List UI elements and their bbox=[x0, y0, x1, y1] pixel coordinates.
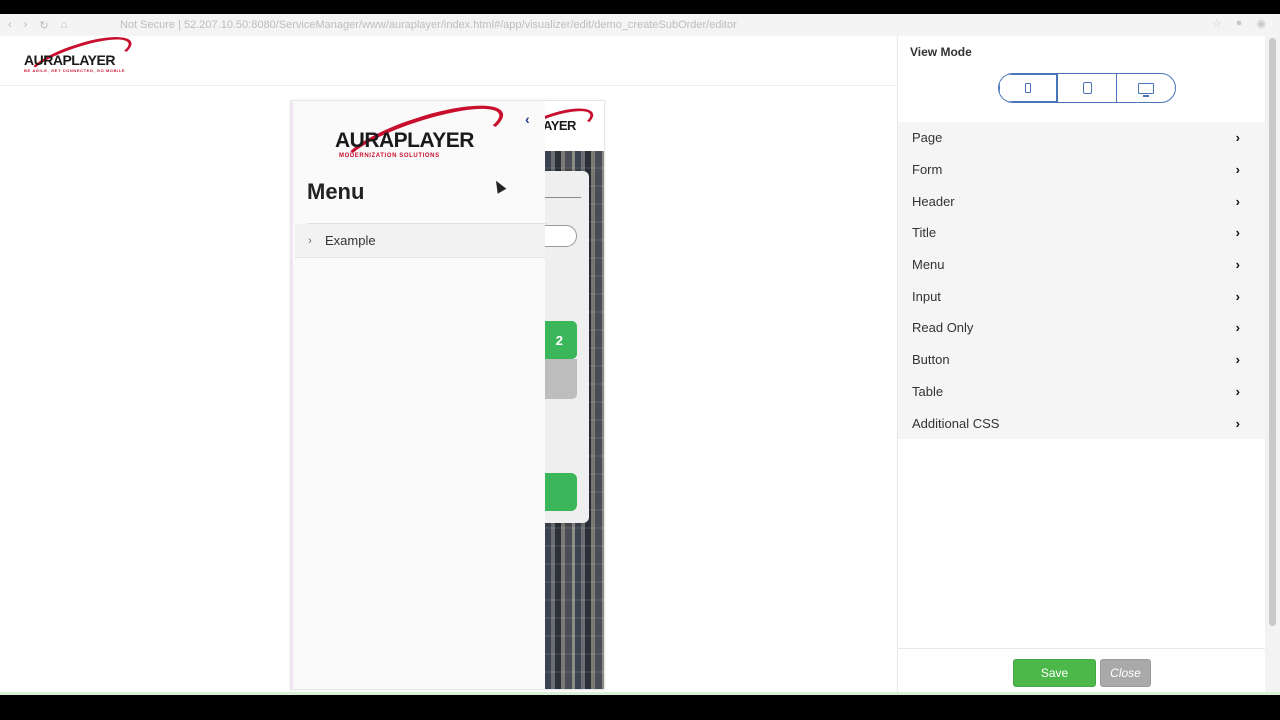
star-icon[interactable]: ☆ bbox=[1212, 17, 1222, 30]
menu-drawer: AURAPLAYER MODERNIZATION SOLUTIONS ‹ Men… bbox=[291, 101, 547, 689]
settings-item-label: Form bbox=[912, 162, 943, 178]
settings-item-label: Additional CSS bbox=[912, 415, 1000, 431]
settings-item-label: Button bbox=[912, 352, 950, 368]
settings-item-label: Title bbox=[912, 225, 937, 241]
scrollbar-thumb[interactable] bbox=[1269, 38, 1276, 626]
settings-item-header[interactable]: Header › bbox=[898, 185, 1266, 217]
settings-item-menu[interactable]: Menu › bbox=[898, 249, 1266, 281]
settings-item-input[interactable]: Input › bbox=[898, 280, 1266, 312]
menu-item-label: Example bbox=[325, 233, 376, 248]
settings-item-label: Table bbox=[912, 383, 944, 399]
chevron-right-icon: › bbox=[1235, 193, 1240, 209]
screen-frame: ‹ › ↻ ⌂ Not Secure | 52.207.10.50:8080/S… bbox=[0, 0, 1280, 720]
drawer-logo: AURAPLAYER MODERNIZATION SOLUTIONS bbox=[335, 101, 510, 186]
settings-item-title[interactable]: Title › bbox=[898, 217, 1266, 249]
logo-tagline: MODERNIZATION SOLUTIONS bbox=[339, 153, 440, 159]
chevron-left-icon[interactable]: ‹ bbox=[525, 111, 539, 127]
bottom-strip bbox=[0, 692, 1280, 695]
browser-toolbar-icons: ☆ ● ◉ bbox=[1212, 17, 1266, 30]
settings-item-table[interactable]: Table › bbox=[898, 376, 1266, 408]
chevron-right-icon: › bbox=[1235, 162, 1240, 178]
home-icon[interactable]: ⌂ bbox=[61, 19, 68, 32]
desktop-icon bbox=[1138, 82, 1154, 97]
settings-item-additional-css[interactable]: Additional CSS › bbox=[898, 407, 1266, 439]
reload-icon[interactable]: ↻ bbox=[39, 19, 48, 32]
browser-address-bar[interactable]: ‹ › ↻ ⌂ Not Secure | 52.207.10.50:8080/S… bbox=[0, 14, 1280, 36]
view-mode-toggle bbox=[998, 73, 1176, 103]
browser-url[interactable]: Not Secure | 52.207.10.50:8080/ServiceMa… bbox=[120, 19, 737, 31]
phone-preview: AYER 2 AURAPLAYER MODERNIZATION SOLUTION… bbox=[290, 100, 605, 690]
save-button[interactable]: Save bbox=[1013, 659, 1096, 687]
settings-item-label: Page bbox=[912, 130, 943, 146]
auraplayer-logo[interactable]: AURAPLAYER BE AGILE, GET CONNECTED, GO M… bbox=[22, 28, 136, 90]
browser-nav: ‹ › ↻ ⌂ bbox=[0, 19, 120, 32]
settings-item-form[interactable]: Form › bbox=[898, 154, 1266, 186]
chevron-right-icon: › bbox=[1235, 257, 1240, 273]
view-mode-desktop-button[interactable] bbox=[1117, 74, 1175, 102]
page-scrollbar[interactable] bbox=[1265, 36, 1280, 692]
logo-wordmark: AURAPLAYER bbox=[24, 52, 115, 68]
settings-item-button[interactable]: Button › bbox=[898, 344, 1266, 376]
chevron-right-icon: › bbox=[308, 234, 312, 247]
profile-icon[interactable]: ◉ bbox=[1256, 17, 1266, 30]
forward-icon[interactable]: › bbox=[24, 19, 28, 32]
chevron-right-icon: › bbox=[1235, 288, 1240, 304]
settings-accordion: Page › Form › Header › Title › Menu › Input › Read O… bbox=[898, 122, 1266, 439]
app-header: AURAPLAYER BE AGILE, GET CONNECTED, GO M… bbox=[0, 28, 897, 90]
preview-button-label: 2 bbox=[555, 332, 563, 348]
chevron-right-icon: › bbox=[1235, 320, 1240, 336]
close-button[interactable]: Close bbox=[1100, 659, 1151, 687]
preview-secondary-button[interactable] bbox=[545, 359, 577, 399]
chevron-right-icon: › bbox=[1235, 415, 1240, 431]
settings-item-page[interactable]: Page › bbox=[898, 122, 1266, 154]
extension-icon[interactable]: ● bbox=[1236, 17, 1243, 30]
visualizer-app: AURAPLAYER BE AGILE, GET CONNECTED, GO M… bbox=[0, 28, 1280, 692]
chevron-right-icon: › bbox=[1235, 225, 1240, 241]
view-mode-phone-button[interactable] bbox=[999, 74, 1058, 102]
phone-icon bbox=[1025, 83, 1031, 93]
back-icon[interactable]: ‹ bbox=[8, 19, 12, 32]
menu-item-example[interactable]: › Example bbox=[295, 224, 545, 258]
preview-input-field[interactable] bbox=[545, 225, 577, 247]
panel-footer: Save Close bbox=[898, 648, 1266, 692]
logo-tagline: BE AGILE, GET CONNECTED, GO MOBILE bbox=[24, 68, 126, 73]
preview-canvas: AYER 2 AURAPLAYER MODERNIZATION SOLUTION… bbox=[0, 86, 897, 692]
settings-item-label: Menu bbox=[912, 257, 945, 273]
settings-item-read-only[interactable]: Read Only › bbox=[898, 312, 1266, 344]
chevron-right-icon: › bbox=[1235, 130, 1240, 146]
preview-app-logo: AYER bbox=[545, 101, 604, 151]
tablet-icon bbox=[1082, 82, 1092, 94]
chevron-right-icon: › bbox=[1235, 352, 1240, 368]
settings-item-label: Read Only bbox=[912, 320, 974, 336]
view-mode-tablet-button[interactable] bbox=[1058, 74, 1117, 102]
settings-panel: View Mode Page › Form › Header › Title › Menu › In… bbox=[897, 36, 1266, 692]
chevron-right-icon: › bbox=[1235, 383, 1240, 399]
logo-wordmark: AYER bbox=[545, 118, 576, 133]
preview-app-screen: AYER 2 bbox=[545, 101, 604, 689]
preview-primary-button[interactable]: 2 bbox=[545, 321, 577, 359]
settings-item-label: Header bbox=[912, 193, 955, 209]
preview-form-card: 2 bbox=[545, 171, 589, 523]
input-underline bbox=[545, 197, 581, 198]
drawer-title: Menu bbox=[307, 179, 365, 204]
logo-wordmark: AURAPLAYER bbox=[335, 129, 474, 152]
preview-submit-button[interactable] bbox=[545, 473, 577, 511]
view-mode-label: View Mode bbox=[910, 45, 972, 59]
settings-item-label: Input bbox=[912, 288, 941, 304]
